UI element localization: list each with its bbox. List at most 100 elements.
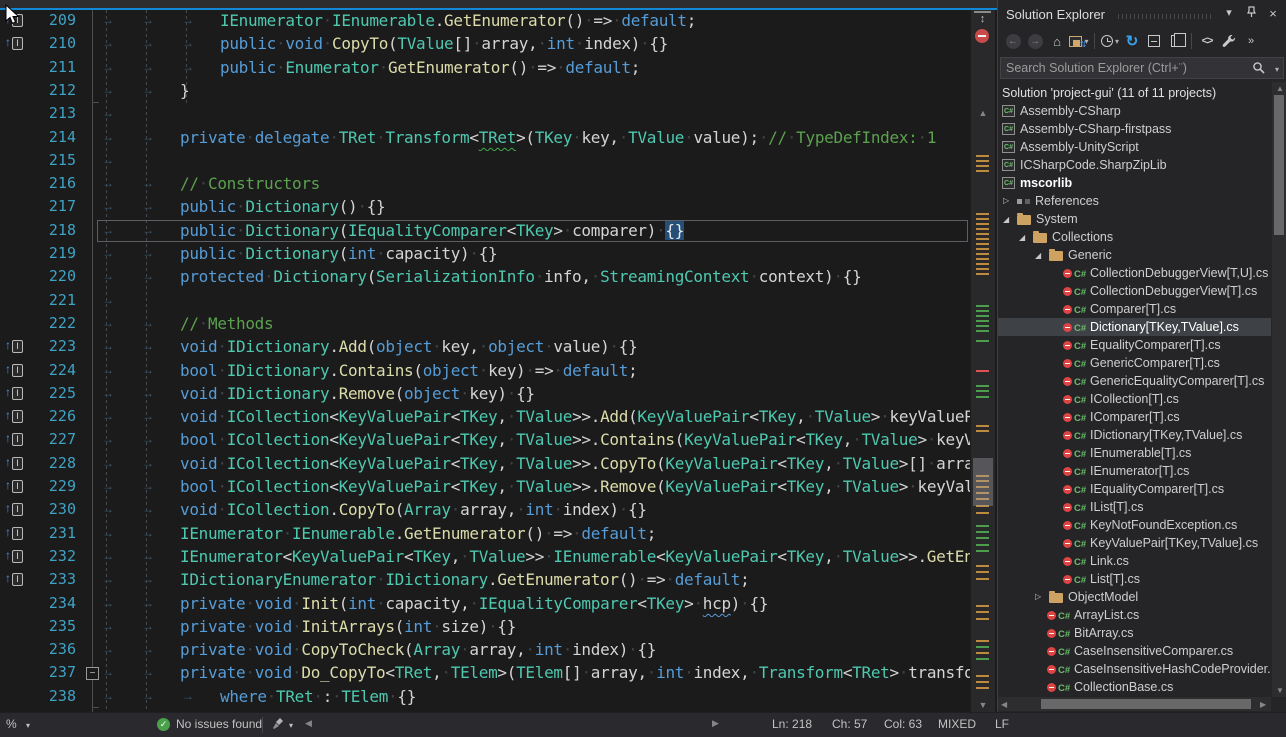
tree-vertical-scrollbar[interactable]: ▲ ▼ <box>1272 82 1286 697</box>
tree-item-ienumerator-t-cs[interactable]: C#IEnumerator[T].cs <box>998 462 1271 480</box>
properties-icon[interactable] <box>1219 30 1239 52</box>
view-code-icon[interactable]: <> <box>1197 30 1217 52</box>
code-line-238[interactable]: 238→→→where·TRet·:·TElem·{} <box>0 686 970 710</box>
pending-changes-filter-icon[interactable]: ▾ <box>1100 30 1120 52</box>
tree-item-keyvaluepair-tkey-tvalue-cs[interactable]: C#KeyValuePair[TKey,TValue].cs <box>998 534 1271 552</box>
show-all-files-icon[interactable] <box>1166 30 1186 52</box>
chevron-collapsed-icon[interactable]: ▷ <box>1003 192 1009 210</box>
scroll-right-icon[interactable]: ▶ <box>1260 700 1266 709</box>
line-number[interactable]: 220 <box>28 267 76 285</box>
code-line-226[interactable]: ↑I226→→void·ICollection<KeyValuePair<TKe… <box>0 406 970 430</box>
code-line-236[interactable]: 236→→private·void·CopyToCheck(Array·arra… <box>0 639 970 663</box>
home-icon[interactable]: ⌂ <box>1047 30 1067 52</box>
collapse-all-icon[interactable] <box>1144 30 1164 52</box>
code-line-232[interactable]: ↑I232→→IEnumerator<KeyValuePair<TKey,·TV… <box>0 546 970 570</box>
line-number[interactable]: 238 <box>28 687 76 705</box>
close-icon[interactable]: × <box>1266 6 1280 21</box>
tree-item-arraylist-cs[interactable]: C#ArrayList.cs <box>998 606 1271 624</box>
code-line-230[interactable]: ↑I230→→void·ICollection.CopyTo(Array·arr… <box>0 499 970 523</box>
line-number[interactable]: 229 <box>28 477 76 495</box>
tree-item-objectmodel[interactable]: ▷ObjectModel <box>998 588 1271 606</box>
code-line-218[interactable]: 218→→public·Dictionary(IEqualityComparer… <box>0 220 970 244</box>
tree-item-ienumerable-t-cs[interactable]: C#IEnumerable[T].cs <box>998 444 1271 462</box>
back-icon[interactable]: ← <box>1003 30 1023 52</box>
code-line-210[interactable]: ↑I210→→→public·void·CopyTo(TValue[]·arra… <box>0 33 970 57</box>
tree-item-assembly-unityscript[interactable]: C#Assembly-UnityScript <box>998 138 1271 156</box>
zoom-control[interactable]: % <box>6 717 17 731</box>
line-number[interactable]: 233 <box>28 570 76 588</box>
line-number[interactable]: 223 <box>28 337 76 355</box>
tree-item-comparer-t-cs[interactable]: C#Comparer[T].cs <box>998 300 1271 318</box>
editor-vertical-scrollbar-thumb[interactable] <box>973 458 993 506</box>
code-line-219[interactable]: 219→→public·Dictionary(int·capacity)·{} <box>0 243 970 267</box>
line-number[interactable]: 217 <box>28 197 76 215</box>
line-number[interactable]: 235 <box>28 617 76 635</box>
line-number[interactable]: 219 <box>28 244 76 262</box>
chevron-collapsed-icon[interactable]: ▷ <box>1035 588 1041 606</box>
code-line-237[interactable]: 237→→private·void·Do_CopyTo<TRet,·TElem>… <box>0 662 970 686</box>
line-number[interactable]: 212 <box>28 81 76 99</box>
line-number[interactable]: 215 <box>28 151 76 169</box>
line-number[interactable]: 214 <box>28 128 76 146</box>
scroll-up-icon[interactable]: ▲ <box>1276 84 1284 93</box>
code-line-213[interactable]: 213→ <box>0 103 970 127</box>
scroll-down-icon[interactable]: ▼ <box>971 700 995 710</box>
line-number[interactable]: 218 <box>28 221 76 239</box>
search-icon[interactable] <box>1252 61 1265 79</box>
line-number[interactable]: 234 <box>28 594 76 612</box>
code-line-212[interactable]: 212→→} <box>0 80 970 104</box>
pin-icon[interactable] <box>1244 6 1258 21</box>
scroll-left-icon[interactable]: ◀ <box>305 718 312 729</box>
sync-active-document-icon[interactable]: ▾ <box>1069 30 1089 52</box>
scroll-down-icon[interactable]: ▼ <box>1276 686 1284 695</box>
code-line-209[interactable]: ↑I209→→→IEnumerator·IEnumerable.GetEnume… <box>0 10 970 34</box>
line-number[interactable]: 236 <box>28 640 76 658</box>
code-line-221[interactable]: 221→ <box>0 290 970 314</box>
code-line-214[interactable]: 214→→private·delegate·TRet·Transform<TRe… <box>0 127 970 151</box>
tree-item-keynotfoundexception-cs[interactable]: C#KeyNotFoundException.cs <box>998 516 1271 534</box>
line-number[interactable]: 211 <box>28 58 76 76</box>
code-line-235[interactable]: 235→→private·void·InitArrays(int·size)·{… <box>0 616 970 640</box>
code-line-229[interactable]: ↑I229→→bool·ICollection<KeyValuePair<TKe… <box>0 476 970 500</box>
indent-mode-indicator[interactable]: MIXED <box>938 717 976 731</box>
chevron-expanded-icon[interactable]: ◢ <box>1035 247 1041 265</box>
tree-item-genericcomparer-t-cs[interactable]: C#GenericComparer[T].cs <box>998 354 1271 372</box>
tree-item-collectiondebuggerview-t-cs[interactable]: C#CollectionDebuggerView[T].cs <box>998 282 1271 300</box>
line-number[interactable]: 227 <box>28 430 76 448</box>
chevron-expanded-icon[interactable]: ◢ <box>1019 229 1025 247</box>
line-number[interactable]: 237 <box>28 663 76 681</box>
forward-icon[interactable]: → <box>1025 30 1045 52</box>
line-indicator[interactable]: Ln: 218 <box>772 717 812 731</box>
line-number[interactable]: 228 <box>28 454 76 472</box>
tree-vertical-scrollbar-thumb[interactable] <box>1274 95 1284 235</box>
code-line-222[interactable]: 222→→//·Methods <box>0 313 970 337</box>
tree-item-icollection-t-cs[interactable]: C#ICollection[T].cs <box>998 390 1271 408</box>
search-options-icon[interactable]: ▾ <box>1275 65 1279 74</box>
line-number[interactable]: 231 <box>28 524 76 542</box>
tree-item-genericequalitycomparer-t-cs[interactable]: C#GenericEqualityComparer[T].cs <box>998 372 1271 390</box>
code-cleanup-dropdown-icon[interactable]: ▾ <box>289 721 293 730</box>
line-number[interactable]: 226 <box>28 407 76 425</box>
line-number[interactable]: 230 <box>28 500 76 518</box>
line-number[interactable]: 225 <box>28 384 76 402</box>
tree-item-idictionary-tkey-tvalue-cs[interactable]: C#IDictionary[TKey,TValue].cs <box>998 426 1271 444</box>
code-line-217[interactable]: 217→→public·Dictionary()·{} <box>0 196 970 220</box>
chevron-expanded-icon[interactable]: ◢ <box>1003 211 1009 229</box>
code-line-224[interactable]: ↑I224→→bool·IDictionary.Contains(object·… <box>0 360 970 384</box>
tree-item-iequalitycomparer-t-cs[interactable]: C#IEqualityComparer[T].cs <box>998 480 1271 498</box>
line-number[interactable]: 210 <box>28 34 76 52</box>
tree-item-mscorlib[interactable]: C#mscorlib <box>998 174 1271 192</box>
tree-horizontal-scrollbar-thumb[interactable] <box>1041 699 1251 709</box>
suppressed-issues-icon[interactable] <box>975 29 989 43</box>
code-line-231[interactable]: ↑I231→→IEnumerator·IEnumerable.GetEnumer… <box>0 523 970 547</box>
tree-item-link-cs[interactable]: C#Link.cs <box>998 552 1271 570</box>
tree-item-equalitycomparer-t-cs[interactable]: C#EqualityComparer[T].cs <box>998 336 1271 354</box>
line-number[interactable]: 222 <box>28 314 76 332</box>
column-indicator[interactable]: Col: 63 <box>884 717 922 731</box>
editor-split-handle-icon[interactable]: ↕ <box>974 11 991 26</box>
code-line-234[interactable]: 234→→private·void·Init(int·capacity,·IEq… <box>0 593 970 617</box>
code-cleanup-icon[interactable] <box>272 717 286 734</box>
code-line-233[interactable]: ↑I233→→IDictionaryEnumerator·IDictionary… <box>0 569 970 593</box>
tree-horizontal-scrollbar[interactable]: ◀ ▶ <box>998 697 1271 711</box>
code-editor[interactable]: ↑I209→→→IEnumerator·IEnumerable.GetEnume… <box>0 0 997 712</box>
